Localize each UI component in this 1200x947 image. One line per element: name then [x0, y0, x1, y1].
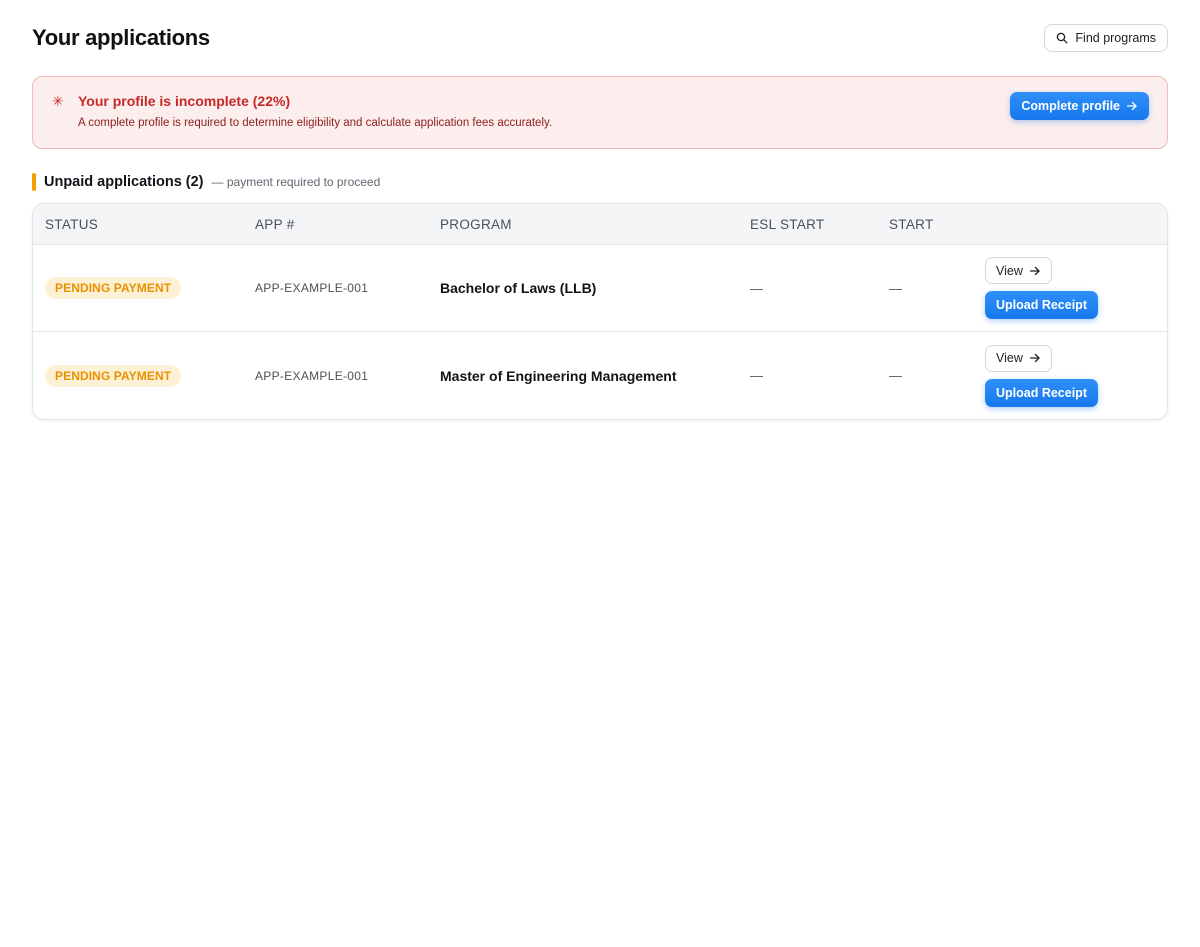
status-badge: PENDING PAYMENT [45, 364, 182, 387]
column-header-status: STATUS [45, 216, 99, 232]
column-header-esl-start: ESL START [750, 216, 825, 232]
actions-cell: View Upload Receipt [985, 257, 1167, 319]
page-title: Your applications [32, 25, 210, 50]
program-cell: Master of Engineering Management [440, 367, 677, 384]
esl-start-cell: — [750, 280, 763, 296]
esl-start-cell: — [750, 368, 763, 383]
alert-title: Your profile is incomplete (22%) [78, 93, 291, 109]
alert-content: ✳ Your profile is incomplete (22%) A com… [52, 92, 552, 130]
complete-profile-button[interactable]: Complete profile [1010, 92, 1149, 120]
start-cell: — [889, 280, 902, 296]
section-subtitle: — payment required to proceed [211, 175, 381, 189]
alert-body: Your profile is incomplete (22%) A compl… [78, 92, 552, 130]
section-title: Unpaid applications (2) [44, 174, 204, 190]
column-header-program: PROGRAM [440, 216, 512, 232]
search-icon [1057, 32, 1068, 44]
section-header: Unpaid applications (2) — payment requir… [32, 173, 1168, 191]
header: Your applications Find programs [32, 24, 1168, 52]
complete-profile-label: Complete profile [1021, 99, 1120, 113]
view-label: View [996, 263, 1023, 278]
find-programs-button[interactable]: Find programs [1044, 24, 1168, 52]
column-header-start: START [889, 216, 934, 232]
status-badge: PENDING PAYMENT [45, 277, 182, 299]
arrow-right-icon [1126, 101, 1137, 111]
app-number-cell: APP-EXAMPLE-001 [255, 368, 369, 383]
status-cell: PENDING PAYMENT [33, 277, 255, 299]
view-label: View [996, 351, 1023, 365]
table-row: PENDING PAYMENT APP-EXAMPLE-001 Master o… [33, 332, 1167, 419]
actions-cell: View Upload Receipt [985, 344, 1167, 407]
view-button[interactable]: View [985, 257, 1052, 284]
alert-text: A complete profile is required to determ… [78, 117, 553, 129]
status-cell: PENDING PAYMENT [33, 364, 255, 387]
profile-incomplete-alert: ✳ Your profile is incomplete (22%) A com… [32, 76, 1168, 149]
start-cell: — [889, 368, 902, 383]
find-programs-label: Find programs [1075, 31, 1156, 45]
section-accent-bar [32, 173, 36, 191]
page: Your applications Find programs ✳ Your p… [0, 0, 1200, 947]
applications-table: STATUS APP # PROGRAM ESL START START PEN… [32, 203, 1168, 420]
view-button[interactable]: View [985, 344, 1052, 372]
table-row: PENDING PAYMENT APP-EXAMPLE-001 Bachelor… [33, 245, 1167, 332]
asterisk-icon: ✳ [52, 93, 64, 109]
column-header-app-number: APP # [255, 216, 295, 232]
app-number-cell: APP-EXAMPLE-001 [255, 281, 369, 295]
program-cell: Bachelor of Laws (LLB) [440, 280, 597, 296]
arrow-right-icon [1029, 266, 1040, 275]
upload-receipt-button[interactable]: Upload Receipt [985, 291, 1098, 319]
upload-receipt-button[interactable]: Upload Receipt [985, 378, 1098, 407]
arrow-right-icon [1029, 353, 1040, 363]
table-header: STATUS APP # PROGRAM ESL START START [33, 204, 1167, 245]
